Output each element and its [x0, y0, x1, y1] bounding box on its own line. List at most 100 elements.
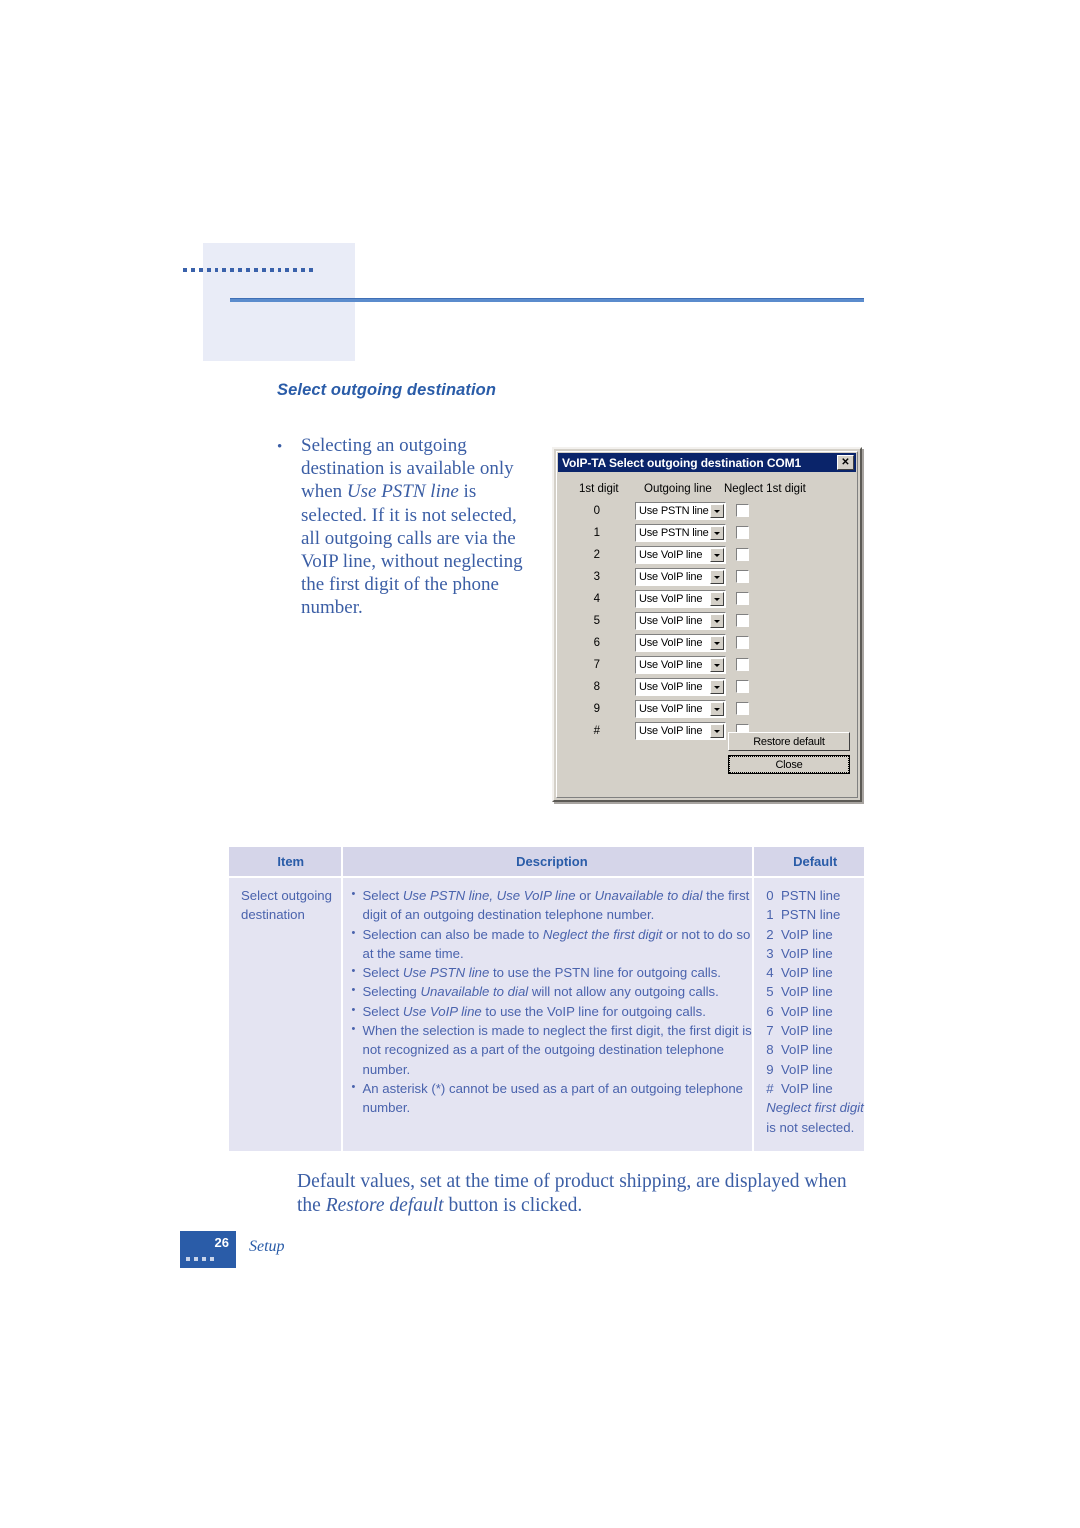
dialog-row-1: 1 Use PSTN line	[558, 524, 856, 546]
outgoing-line-select-0[interactable]: Use PSTN line	[635, 502, 726, 520]
default-value-item: 2 VoIP line	[766, 926, 833, 942]
table-header-default: Default	[753, 847, 864, 878]
page-title: Select outgoing destination	[277, 381, 497, 399]
dialog-row-6: 6 Use VoIP line	[558, 634, 856, 656]
row-digit-label: 3	[593, 571, 600, 583]
description-bullet: Selecting Unavailable to dial will not a…	[352, 981, 753, 1001]
outgoing-line-value: Use VoIP line	[639, 549, 703, 561]
outgoing-line-select-1[interactable]: Use PSTN line	[635, 524, 726, 542]
default-value-item: # VoIP line	[766, 1080, 833, 1096]
cell-default: 0 PSTN line 1 PSTN line 2 VoIP line 3 VoIP …	[753, 877, 864, 1151]
description-bullet: Selection can also be made to Neglect th…	[352, 924, 753, 964]
neglect-first-digit-checkbox-4[interactable]	[736, 592, 749, 605]
table-header-description: Description	[341, 847, 755, 878]
chevron-down-icon[interactable]	[710, 526, 724, 540]
outgoing-line-select-#[interactable]: Use VoIP line	[635, 722, 726, 740]
neglect-first-digit-checkbox-9[interactable]	[736, 702, 749, 715]
chevron-down-icon[interactable]	[710, 724, 724, 738]
chevron-down-icon[interactable]	[710, 570, 724, 584]
outgoing-line-select-8[interactable]: Use VoIP line	[635, 678, 726, 696]
default-value-item: 6 VoIP line	[766, 1003, 833, 1019]
row-digit-label: 0	[593, 505, 600, 517]
dialog-row-4: 4 Use VoIP line	[558, 590, 856, 612]
row-digit-label: 8	[593, 681, 600, 693]
default-value-list: 0 PSTN line 1 PSTN line 2 VoIP line 3 VoIP …	[766, 886, 864, 1098]
neglect-first-digit-checkbox-5[interactable]	[736, 614, 749, 627]
default-value-item: 1 PSTN line	[766, 907, 841, 923]
neglect-first-digit-checkbox-7[interactable]	[736, 658, 749, 671]
neglect-first-digit-checkbox-2[interactable]	[736, 548, 749, 561]
item-label: Select outgoing destination	[241, 888, 332, 923]
outgoing-line-select-4[interactable]: Use VoIP line	[635, 590, 726, 608]
cell-description: Select Use PSTN line, Use VoIP line or U…	[341, 877, 755, 1151]
dialog-body: 1st digit Outgoing line Neglect 1st digi…	[558, 475, 856, 796]
closing-text-part2: button is clicked.	[443, 1195, 583, 1216]
chevron-down-icon[interactable]	[710, 702, 724, 716]
footer-section-label: Setup	[249, 1238, 285, 1255]
voip-ta-dialog-window[interactable]: VoIP-TA Select outgoing destination COM1…	[552, 447, 862, 802]
close-button[interactable]: Close	[728, 755, 850, 774]
default-value-item: 8 VoIP line	[766, 1042, 833, 1058]
cell-item: Select outgoing destination	[229, 877, 343, 1151]
intro-text-italic1: Use PSTN line	[346, 481, 459, 503]
outgoing-line-select-9[interactable]: Use VoIP line	[635, 700, 726, 718]
close-button-label: Close	[729, 756, 849, 773]
close-icon[interactable]: ✕	[837, 455, 854, 470]
row-digit-label: 9	[593, 703, 600, 715]
outgoing-line-select-6[interactable]: Use VoIP line	[635, 634, 726, 652]
table-row: Select outgoing destination Select Use P…	[229, 877, 864, 1151]
chevron-down-icon[interactable]	[710, 592, 724, 606]
dialog-button-group: Restore default Close	[728, 732, 850, 774]
chevron-down-icon[interactable]	[710, 636, 724, 650]
specification-table: Item Description Default Select outgoing…	[229, 847, 864, 1151]
outgoing-line-value: Use VoIP line	[639, 659, 703, 671]
restore-default-button[interactable]: Restore default	[728, 732, 850, 751]
column-header-first-digit: 1st digit	[579, 483, 619, 495]
dialog-row-2: 2 Use VoIP line	[558, 546, 856, 568]
default-value-item: 5 VoIP line	[766, 984, 833, 1000]
row-digit-label: 1	[593, 527, 600, 539]
dialog-row-3: 3 Use VoIP line	[558, 568, 856, 590]
neglect-first-digit-checkbox-1[interactable]	[736, 526, 749, 539]
row-digit-label: 2	[593, 549, 600, 561]
outgoing-line-value: Use VoIP line	[639, 615, 703, 627]
row-digit-label: 5	[593, 615, 600, 627]
row-digit-label: #	[593, 725, 600, 737]
outgoing-line-select-7[interactable]: Use VoIP line	[635, 656, 726, 674]
outgoing-line-value: Use VoIP line	[639, 637, 703, 649]
outgoing-line-value: Use VoIP line	[639, 593, 703, 605]
footer-dot-row	[186, 1257, 214, 1261]
neglect-first-digit-checkbox-3[interactable]	[736, 570, 749, 583]
default-value-item: 7 VoIP line	[766, 1023, 833, 1039]
outgoing-line-value: Use VoIP line	[639, 571, 703, 583]
outgoing-line-value: Use PSTN line	[639, 505, 709, 517]
outgoing-line-value: Use PSTN line	[639, 527, 709, 539]
bullet-marker-icon: •	[277, 439, 283, 455]
description-bullet: Select Use PSTN line, Use VoIP line or U…	[352, 885, 753, 925]
outgoing-line-value: Use VoIP line	[639, 703, 703, 715]
outgoing-line-select-2[interactable]: Use VoIP line	[635, 546, 726, 564]
outgoing-line-select-5[interactable]: Use VoIP line	[635, 612, 726, 630]
footer-page-badge: 26	[180, 1231, 236, 1268]
neglect-first-digit-checkbox-8[interactable]	[736, 680, 749, 693]
column-header-neglect: Neglect 1st digit	[724, 483, 806, 495]
outgoing-line-select-3[interactable]: Use VoIP line	[635, 568, 726, 586]
default-value-item: 3 VoIP line	[766, 945, 833, 961]
header-accent-block	[203, 243, 355, 361]
neglect-first-digit-checkbox-0[interactable]	[736, 504, 749, 517]
dialog-title: VoIP-TA Select outgoing destination COM1	[562, 455, 802, 470]
neglect-first-digit-checkbox-6[interactable]	[736, 636, 749, 649]
dialog-titlebar[interactable]: VoIP-TA Select outgoing destination COM1…	[558, 453, 856, 472]
chevron-down-icon[interactable]	[710, 658, 724, 672]
intro-bullet-paragraph: • Selecting an outgoing destination is a…	[277, 434, 539, 620]
chevron-down-icon[interactable]	[710, 614, 724, 628]
row-digit-label: 7	[593, 659, 600, 671]
description-bullet: Select Use VoIP line to use the VoIP lin…	[352, 1001, 753, 1021]
page-number: 26	[214, 1235, 229, 1250]
row-digit-label: 6	[593, 637, 600, 649]
dialog-row-7: 7 Use VoIP line	[558, 656, 856, 678]
chevron-down-icon[interactable]	[710, 504, 724, 518]
dialog-row-5: 5 Use VoIP line	[558, 612, 856, 634]
chevron-down-icon[interactable]	[710, 548, 724, 562]
chevron-down-icon[interactable]	[710, 680, 724, 694]
